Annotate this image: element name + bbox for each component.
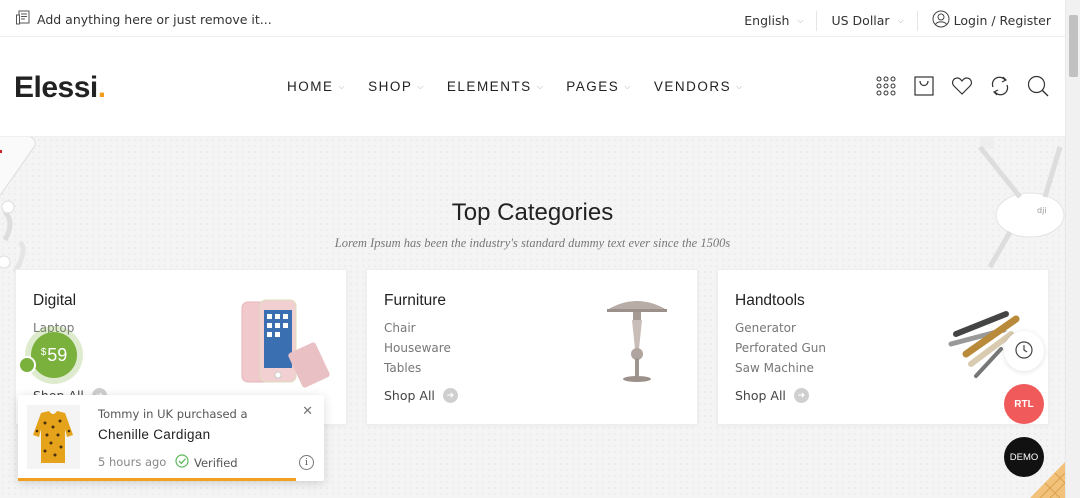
purchase-time: 5 hours ago (98, 455, 167, 469)
arrow-right-icon: ➜ (793, 388, 809, 403)
nav-item-shop[interactable]: SHOP ⌵ (368, 79, 425, 94)
shop-all-link[interactable]: Shop All ➜ (735, 388, 809, 403)
logo-text: Elessi (14, 71, 98, 104)
language-label: English (744, 13, 790, 28)
category-link[interactable]: Saw Machine (735, 361, 814, 375)
recent-purchase-popup[interactable]: Tommy in UK purchased a Chenille Cardiga… (18, 395, 324, 481)
nav-label: ELEMENTS (446, 79, 532, 94)
logo-dot: . (97, 71, 106, 104)
popup-progress-bar (18, 478, 297, 481)
purchase-buyer-text: Tommy in UK purchased a (98, 407, 248, 421)
price-amount: 59 (47, 344, 68, 365)
close-icon[interactable]: ✕ (302, 404, 313, 419)
page-scrollbar[interactable] (1065, 0, 1080, 498)
category-title[interactable]: Digital (33, 292, 76, 310)
heart-icon[interactable] (951, 75, 973, 97)
shop-all-label: Shop All (735, 388, 786, 403)
cart-icon[interactable] (913, 75, 935, 97)
shop-all-label: Shop All (384, 388, 435, 403)
nav-label: PAGES (566, 79, 620, 94)
price-badge[interactable]: $59 (31, 332, 77, 378)
chevron-down-icon: ⌵ (536, 81, 545, 91)
chevron-down-icon: ⌵ (736, 81, 744, 91)
clock-icon (1014, 340, 1034, 363)
search-icon[interactable] (1027, 75, 1049, 97)
category-link[interactable]: Chair (384, 321, 416, 335)
category-title[interactable]: Furniture (384, 292, 446, 310)
nav-item-pages[interactable]: PAGES ⌵ (566, 79, 632, 94)
nav-item-vendors[interactable]: VENDORS ⌵ (654, 79, 744, 94)
purchase-product-name[interactable]: Chenille Cardigan (98, 427, 210, 442)
user-icon (932, 10, 950, 31)
recently-viewed-button[interactable] (1004, 331, 1044, 371)
phone-image (241, 299, 330, 388)
compare-icon[interactable] (989, 75, 1011, 97)
site-logo[interactable]: Elessi. (14, 71, 106, 105)
section-subtitle: Lorem Ipsum has been the industry's stan… (334, 236, 731, 250)
currency-label: US Dollar (831, 13, 890, 28)
nav-label: HOME (287, 79, 334, 94)
language-switcher[interactable]: English ⌵ (730, 11, 818, 31)
nav-label: VENDORS (653, 79, 732, 94)
rtl-toggle-button[interactable]: RTL (1004, 384, 1044, 424)
login-register-link[interactable]: Login / Register (918, 10, 1051, 31)
nav-item-home[interactable]: HOME ⌵ (287, 79, 346, 94)
leaf-icon (18, 356, 36, 374)
category-link[interactable]: Generator (735, 321, 796, 335)
chevron-down-icon: ⌵ (797, 15, 804, 25)
lamp-image (607, 301, 667, 382)
scrollbar-thumb[interactable] (1069, 15, 1078, 77)
category-card-handtools[interactable]: Handtools Generator Perforated Gun Saw M… (717, 269, 1049, 425)
topbar-notice: Add anything here or just remove it... (16, 10, 272, 28)
verified-label: Verified (194, 455, 238, 470)
check-circle-icon (175, 454, 189, 471)
chevron-down-icon: ⌵ (624, 81, 632, 91)
main-nav: HOME ⌵ SHOP ⌵ ELEMENTS ⌵ PAGES ⌵ VENDORS ⌵ (287, 79, 766, 94)
category-link[interactable]: Houseware (384, 341, 451, 355)
verified-badge: Verified (175, 454, 238, 471)
category-card-furniture[interactable]: Furniture Chair Houseware Tables Shop Al… (366, 269, 698, 425)
topbar: Add anything here or just remove it... E… (0, 0, 1065, 37)
nav-item-elements[interactable]: ELEMENTS ⌵ (447, 79, 544, 94)
waffle-cone-decoration (1030, 462, 1065, 498)
info-icon[interactable]: i (299, 455, 314, 470)
category-title[interactable]: Handtools (735, 292, 805, 310)
document-icon (16, 10, 31, 28)
currency-switcher[interactable]: US Dollar ⌵ (817, 11, 918, 31)
chevron-down-icon: ⌵ (338, 81, 347, 91)
price-currency: $ (40, 346, 47, 358)
category-link[interactable]: Perforated Gun (735, 341, 826, 355)
topbar-notice-text: Add anything here or just remove it... (37, 11, 272, 27)
product-thumbnail[interactable] (27, 405, 80, 469)
main-header: Elessi. HOME ⌵ SHOP ⌵ ELEMENTS ⌵ PAGES ⌵ VEN… (0, 37, 1065, 137)
arrow-right-icon: ➜ (442, 388, 458, 403)
category-link[interactable]: Tables (384, 361, 421, 375)
grid-icon[interactable] (875, 75, 897, 97)
section-title: Top Categories (451, 199, 614, 226)
login-register-label: Login / Register (953, 13, 1051, 28)
chevron-down-icon: ⌵ (417, 81, 425, 91)
chevron-down-icon: ⌵ (897, 15, 904, 25)
shop-all-link[interactable]: Shop All ➜ (384, 388, 458, 403)
nav-label: SHOP (368, 79, 413, 94)
